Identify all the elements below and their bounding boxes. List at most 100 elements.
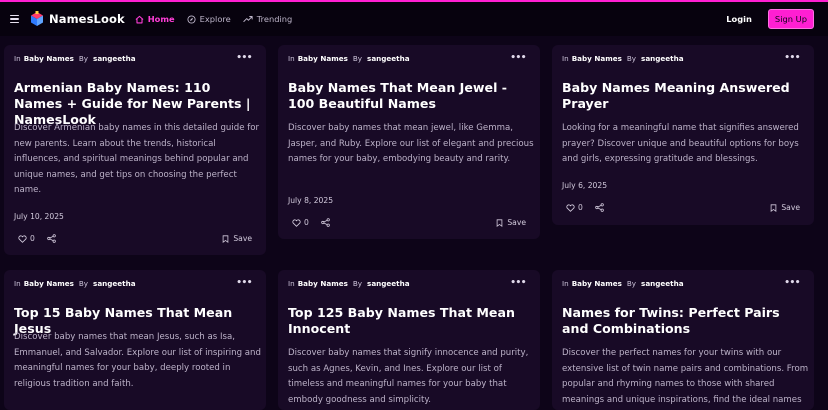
article-card[interactable]: In Baby Names By sangeetha ••• Baby Name… <box>552 45 814 225</box>
nav-link-label: Explore <box>199 14 231 24</box>
article-card[interactable]: In Baby Names By sangeetha ••• Armenian … <box>4 45 266 255</box>
card-date: July 6, 2025 <box>562 181 608 190</box>
save-button[interactable]: Save <box>222 234 252 243</box>
heart-icon <box>18 234 27 243</box>
more-options-icon[interactable]: ••• <box>236 54 252 63</box>
author-prefix: By <box>352 54 363 63</box>
author-prefix: By <box>626 279 637 288</box>
save-label: Save <box>507 218 526 227</box>
category-link[interactable]: Baby Names <box>24 54 74 63</box>
share-icon <box>47 234 56 243</box>
card-actions: 0 Save <box>566 203 800 212</box>
like-button[interactable]: 0 <box>292 218 309 227</box>
card-meta: In Baby Names By sangeetha <box>288 54 410 63</box>
author-link[interactable]: sangeetha <box>367 279 410 288</box>
like-count: 0 <box>304 218 309 227</box>
category-prefix: In <box>562 54 569 63</box>
card-meta: In Baby Names By sangeetha <box>14 279 136 288</box>
login-link[interactable]: Login <box>726 14 752 24</box>
author-prefix: By <box>352 279 363 288</box>
save-button[interactable]: Save <box>496 218 526 227</box>
bookmark-icon <box>771 203 777 212</box>
category-link[interactable]: Baby Names <box>298 279 348 288</box>
compass-icon <box>187 14 196 24</box>
signup-button[interactable]: Sign Up <box>767 9 814 29</box>
more-options-icon[interactable]: ••• <box>784 279 800 288</box>
card-actions: 0 Save <box>18 234 252 243</box>
category-prefix: In <box>562 279 569 288</box>
save-label: Save <box>781 203 800 212</box>
card-description: Discover baby names that signify innocen… <box>288 348 529 405</box>
share-icon <box>595 203 604 212</box>
card-description: Discover baby names that mean jewel, lik… <box>288 123 534 164</box>
card-meta: In Baby Names By sangeetha <box>288 279 410 288</box>
author-link[interactable]: sangeetha <box>93 279 136 288</box>
share-icon <box>321 218 330 227</box>
bookmark-icon <box>497 218 503 227</box>
card-title[interactable]: Baby Names That Mean Jewel - 100 Beautif… <box>288 80 534 112</box>
card-title[interactable]: Baby Names Meaning Answered Prayer <box>562 80 808 112</box>
more-options-icon[interactable]: ••• <box>784 54 800 63</box>
article-card[interactable]: In Baby Names By sangeetha ••• Top 125 B… <box>278 270 540 410</box>
card-meta: In Baby Names By sangeetha <box>562 279 684 288</box>
category-prefix: In <box>14 279 21 288</box>
category-prefix: In <box>14 54 21 63</box>
author-link[interactable]: sangeetha <box>93 54 136 63</box>
heart-icon <box>566 203 575 212</box>
category-link[interactable]: Baby Names <box>298 54 348 63</box>
heart-icon <box>292 218 301 227</box>
card-date: July 8, 2025 <box>288 196 334 205</box>
card-description: Discover baby names that mean Jesus, suc… <box>14 332 261 389</box>
author-prefix: By <box>626 54 637 63</box>
like-button[interactable]: 0 <box>566 203 583 212</box>
brand-name: NamesLook <box>49 12 125 26</box>
nav-link-label: Trending <box>256 14 293 24</box>
save-label: Save <box>233 234 252 243</box>
more-options-icon[interactable]: ••• <box>510 54 526 63</box>
nav-link-explore[interactable]: Explore <box>187 14 231 24</box>
article-card[interactable]: In Baby Names By sangeetha ••• Names for… <box>552 270 814 410</box>
like-count: 0 <box>30 234 35 243</box>
card-description: Looking for a meaningful name that signi… <box>562 123 799 164</box>
category-link[interactable]: Baby Names <box>24 279 74 288</box>
article-card[interactable]: In Baby Names By sangeetha ••• Baby Name… <box>278 45 540 239</box>
save-button[interactable]: Save <box>770 203 800 212</box>
home-icon <box>135 15 144 23</box>
main-nav: Home Explore Trending <box>135 14 293 24</box>
author-link[interactable]: sangeetha <box>641 54 684 63</box>
top-navbar: NamesLook Home Explore Trending Login Si… <box>0 2 828 36</box>
author-link[interactable]: sangeetha <box>367 54 410 63</box>
trending-icon <box>243 16 253 22</box>
brand-logo[interactable]: NamesLook <box>30 11 125 27</box>
like-count: 0 <box>578 203 583 212</box>
nav-link-label: Home <box>147 14 175 24</box>
share-button[interactable] <box>595 203 604 212</box>
bookmark-icon <box>223 234 229 243</box>
share-button[interactable] <box>47 234 56 243</box>
logo-cube-icon <box>31 11 43 26</box>
card-actions: 0 Save <box>292 218 526 227</box>
like-button[interactable]: 0 <box>18 234 35 243</box>
author-link[interactable]: sangeetha <box>641 279 684 288</box>
nav-link-home[interactable]: Home <box>135 14 175 24</box>
more-options-icon[interactable]: ••• <box>510 279 526 288</box>
author-prefix: By <box>78 279 89 288</box>
card-title[interactable]: Names for Twins: Perfect Pairs and Combi… <box>562 305 808 337</box>
author-prefix: By <box>78 54 89 63</box>
nav-link-trending[interactable]: Trending <box>243 14 293 24</box>
card-title[interactable]: Top 125 Baby Names That Mean Innocent <box>288 305 534 337</box>
card-date: July 10, 2025 <box>14 212 64 221</box>
category-link[interactable]: Baby Names <box>572 279 622 288</box>
share-button[interactable] <box>321 218 330 227</box>
category-prefix: In <box>288 279 295 288</box>
category-link[interactable]: Baby Names <box>572 54 622 63</box>
card-meta: In Baby Names By sangeetha <box>14 54 136 63</box>
card-meta: In Baby Names By sangeetha <box>562 54 684 63</box>
category-prefix: In <box>288 54 295 63</box>
more-options-icon[interactable]: ••• <box>236 279 252 288</box>
card-description: Discover Armenian baby names in this det… <box>14 123 260 195</box>
auth-actions: Login Sign Up <box>726 9 814 29</box>
article-card[interactable]: In Baby Names By sangeetha ••• Top 15 Ba… <box>4 270 266 410</box>
hamburger-menu-icon[interactable] <box>10 13 22 25</box>
card-description: Discover the perfect names for your twin… <box>562 348 809 405</box>
